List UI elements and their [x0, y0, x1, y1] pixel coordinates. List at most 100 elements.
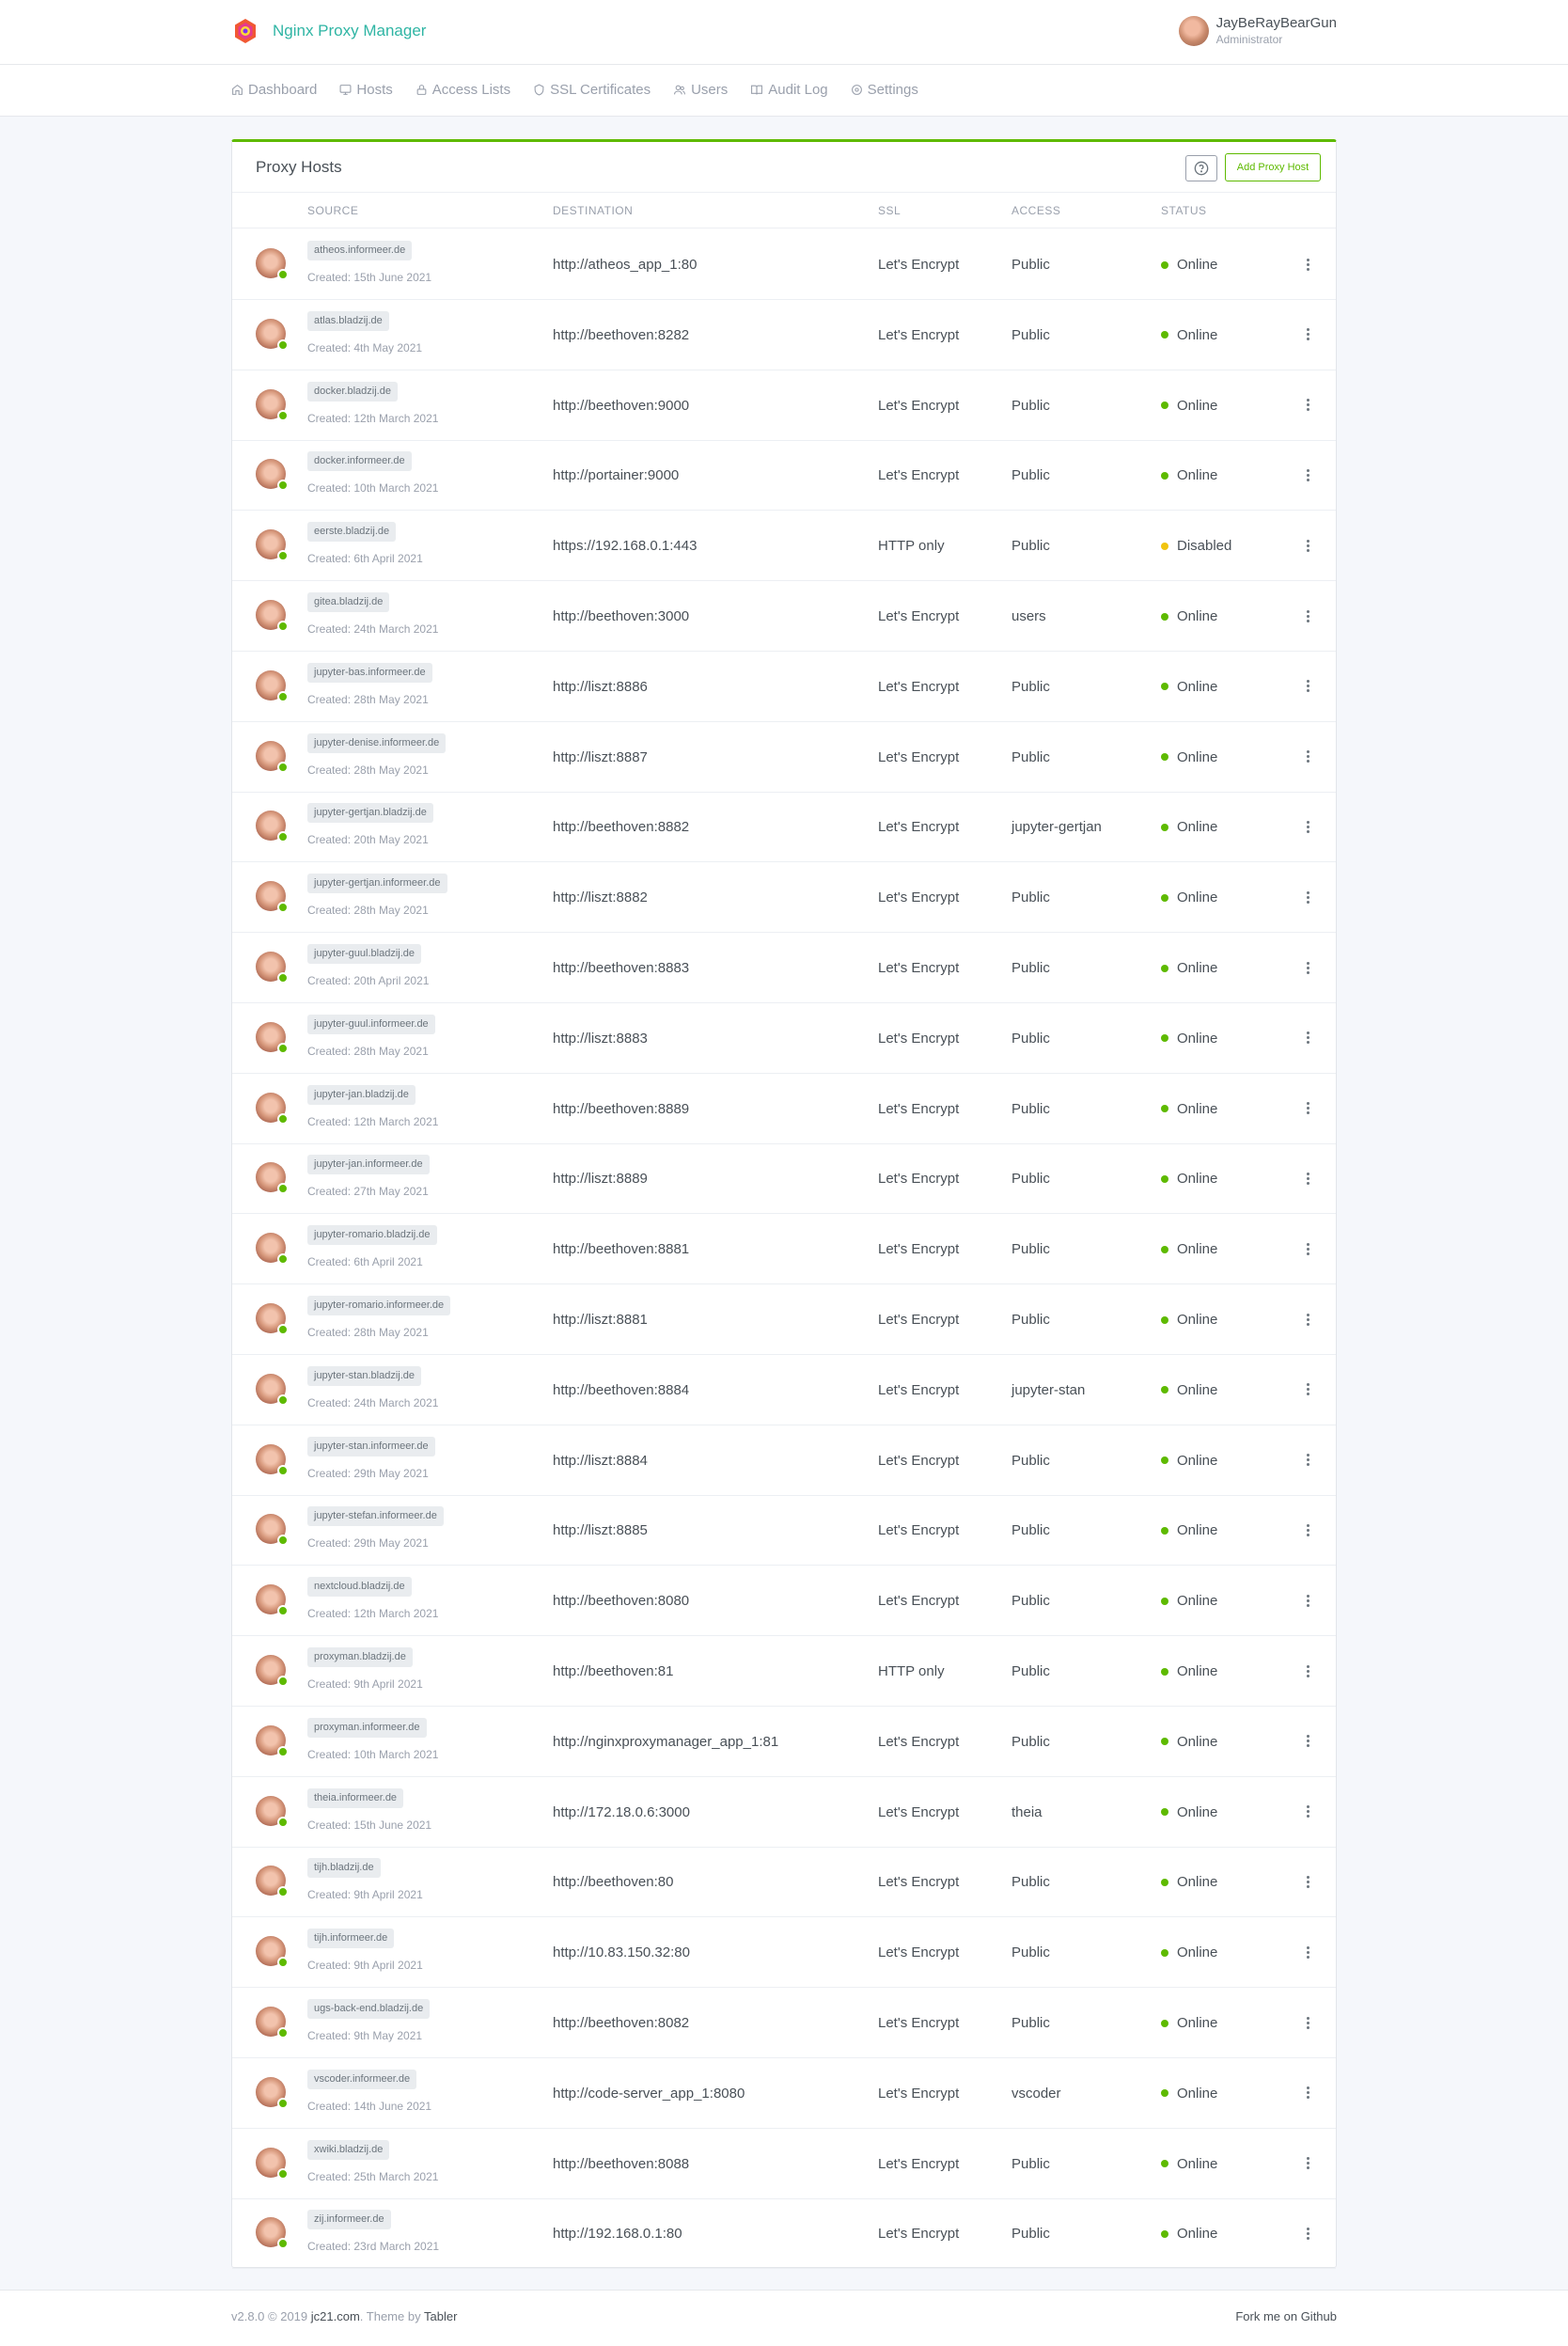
source-domain-tag[interactable]: jupyter-stan.bladzij.de — [307, 1365, 422, 1386]
row-actions-menu-icon[interactable] — [1304, 1308, 1311, 1330]
table-row[interactable]: nextcloud.bladzij.de Created: 12th March … — [232, 1566, 1336, 1637]
row-actions-menu-icon[interactable] — [1304, 605, 1311, 627]
nav-settings[interactable]: Settings — [851, 82, 918, 98]
user-menu[interactable]: JayBeRayBearGun Administrator — [1178, 15, 1337, 47]
table-row[interactable]: atlas.bladzij.de Created: 4th May 2021 htt… — [232, 300, 1336, 370]
table-row[interactable]: zij.informeer.de Created: 23rd March 2021… — [232, 2198, 1336, 2270]
table-row[interactable]: jupyter-gertjan.bladzij.de Created: 20th … — [232, 792, 1336, 863]
footer-company-link[interactable]: jc21.com — [311, 2309, 360, 2323]
source-domain-tag[interactable]: atheos.informeer.de — [307, 241, 413, 260]
source-domain-tag[interactable]: proxyman.informeer.de — [307, 1717, 427, 1738]
fork-github-link[interactable]: Fork me on Github — [1235, 2309, 1337, 2323]
row-actions-menu-icon[interactable] — [1304, 1730, 1311, 1753]
row-actions-menu-icon[interactable] — [1304, 956, 1311, 979]
source-domain-tag[interactable]: jupyter-stan.informeer.de — [307, 1436, 435, 1456]
row-actions-menu-icon[interactable] — [1304, 1801, 1311, 1823]
source-domain-tag[interactable]: zij.informeer.de — [307, 2210, 391, 2230]
row-actions-menu-icon[interactable] — [1304, 886, 1311, 908]
table-row[interactable]: jupyter-jan.informeer.de Created: 27th Ma… — [232, 1143, 1336, 1215]
source-domain-tag[interactable]: jupyter-guul.bladzij.de — [307, 944, 422, 964]
table-row[interactable]: jupyter-stefan.informeer.de Created: 29th… — [232, 1495, 1336, 1567]
source-domain-tag[interactable]: jupyter-romario.informeer.de — [307, 1296, 451, 1315]
source-domain-tag[interactable]: tijh.informeer.de — [307, 1929, 395, 1949]
source-domain-tag[interactable]: theia.informeer.de — [307, 1787, 404, 1808]
source-domain-tag[interactable]: ugs-back-end.bladzij.de — [307, 1999, 431, 2019]
table-row[interactable]: jupyter-stan.bladzij.de Created: 24th Mar… — [232, 1355, 1336, 1425]
source-domain-tag[interactable]: jupyter-denise.informeer.de — [307, 732, 447, 753]
table-row[interactable]: ugs-back-end.bladzij.de Created: 9th May … — [232, 1988, 1336, 2058]
nav-ssl-certificates[interactable]: SSL Certificates — [533, 82, 651, 98]
row-actions-menu-icon[interactable] — [1304, 1519, 1311, 1541]
source-domain-tag[interactable]: vscoder.informeer.de — [307, 2069, 417, 2089]
table-row[interactable]: vscoder.informeer.de Created: 14th June 2… — [232, 2058, 1336, 2129]
row-actions-menu-icon[interactable] — [1304, 1449, 1311, 1472]
row-actions-menu-icon[interactable] — [1304, 1660, 1311, 1682]
table-row[interactable]: proxyman.informeer.de Created: 10th March… — [232, 1707, 1336, 1777]
table-row[interactable]: docker.bladzij.de Created: 12th March 202… — [232, 370, 1336, 441]
source-domain-tag[interactable]: proxyman.bladzij.de — [307, 1647, 413, 1667]
table-row[interactable]: eerste.bladzij.de Created: 6th April 2021… — [232, 511, 1336, 582]
nav-hosts[interactable]: Hosts — [339, 82, 393, 98]
table-row[interactable]: atheos.informeer.de Created: 15th June 20… — [232, 229, 1336, 300]
table-row[interactable]: jupyter-stan.informeer.de Created: 29th M… — [232, 1425, 1336, 1496]
table-row[interactable]: docker.informeer.de Created: 10th March 2… — [232, 440, 1336, 512]
table-row[interactable]: xwiki.bladzij.de Created: 25th March 2021… — [232, 2129, 1336, 2199]
row-actions-menu-icon[interactable] — [1304, 1589, 1311, 1612]
table-row[interactable]: jupyter-guul.informeer.de Created: 28th M… — [232, 1003, 1336, 1074]
table-row[interactable]: jupyter-denise.informeer.de Created: 28th… — [232, 722, 1336, 793]
source-domain-tag[interactable]: jupyter-gertjan.informeer.de — [307, 874, 447, 894]
row-actions-menu-icon[interactable] — [1304, 2152, 1311, 2175]
table-row[interactable]: tijh.bladzij.de Created: 9th April 2021 ht… — [232, 1847, 1336, 1918]
row-actions-menu-icon[interactable] — [1304, 1378, 1311, 1401]
row-actions-menu-icon[interactable] — [1304, 253, 1311, 276]
row-actions-menu-icon[interactable] — [1304, 2011, 1311, 2034]
table-row[interactable]: jupyter-romario.bladzij.de Created: 6th A… — [232, 1214, 1336, 1285]
source-domain-tag[interactable]: atlas.bladzij.de — [307, 310, 389, 331]
row-actions-menu-icon[interactable] — [1304, 1167, 1311, 1189]
source-domain-tag[interactable]: eerste.bladzij.de — [307, 522, 397, 543]
source-domain-tag[interactable]: nextcloud.bladzij.de — [307, 1577, 412, 1598]
row-actions-menu-icon[interactable] — [1304, 815, 1311, 838]
nav-dashboard[interactable]: Dashboard — [231, 82, 317, 98]
row-actions-menu-icon[interactable] — [1304, 2222, 1311, 2244]
source-domain-tag[interactable]: jupyter-gertjan.bladzij.de — [307, 803, 433, 824]
source-domain-tag[interactable]: jupyter-jan.bladzij.de — [307, 1084, 416, 1105]
row-actions-menu-icon[interactable] — [1304, 1027, 1311, 1049]
footer-theme-link[interactable]: Tabler — [424, 2309, 457, 2323]
nav-access-lists[interactable]: Access Lists — [416, 82, 510, 98]
table-row[interactable]: tijh.informeer.de Created: 9th April 2021… — [232, 1917, 1336, 1989]
nav-audit-log[interactable]: Audit Log — [750, 82, 828, 98]
row-actions-menu-icon[interactable] — [1304, 1237, 1311, 1260]
source-domain-tag[interactable]: docker.informeer.de — [307, 451, 412, 472]
help-button[interactable] — [1185, 155, 1217, 181]
source-domain-tag[interactable]: docker.bladzij.de — [307, 381, 398, 401]
table-row[interactable]: proxyman.bladzij.de Created: 9th April 20… — [232, 1636, 1336, 1707]
source-domain-tag[interactable]: gitea.bladzij.de — [307, 592, 390, 612]
table-row[interactable]: jupyter-romario.informeer.de Created: 28t… — [232, 1284, 1336, 1355]
source-domain-tag[interactable]: tijh.bladzij.de — [307, 1858, 381, 1879]
source-domain-tag[interactable]: jupyter-guul.informeer.de — [307, 1014, 435, 1034]
row-actions-menu-icon[interactable] — [1304, 323, 1311, 346]
row-actions-menu-icon[interactable] — [1304, 675, 1311, 698]
brand[interactable]: Nginx Proxy Manager — [231, 17, 426, 45]
table-row[interactable]: jupyter-bas.informeer.de Created: 28th Ma… — [232, 652, 1336, 722]
table-row[interactable]: jupyter-guul.bladzij.de Created: 20th Apr… — [232, 933, 1336, 1003]
row-actions-menu-icon[interactable] — [1304, 534, 1311, 557]
row-actions-menu-icon[interactable] — [1304, 464, 1311, 486]
source-domain-tag[interactable]: jupyter-jan.informeer.de — [307, 1155, 430, 1175]
source-domain-tag[interactable]: jupyter-stefan.informeer.de — [307, 1506, 444, 1527]
row-actions-menu-icon[interactable] — [1304, 394, 1311, 417]
source-domain-tag[interactable]: jupyter-bas.informeer.de — [307, 662, 432, 683]
row-actions-menu-icon[interactable] — [1304, 1941, 1311, 1963]
row-actions-menu-icon[interactable] — [1304, 746, 1311, 768]
source-domain-tag[interactable]: jupyter-romario.bladzij.de — [307, 1225, 437, 1246]
table-row[interactable]: theia.informeer.de Created: 15th June 202… — [232, 1777, 1336, 1848]
table-row[interactable]: gitea.bladzij.de Created: 24th March 2021… — [232, 581, 1336, 652]
row-actions-menu-icon[interactable] — [1304, 1097, 1311, 1120]
source-domain-tag[interactable]: xwiki.bladzij.de — [307, 2139, 390, 2160]
table-row[interactable]: jupyter-jan.bladzij.de Created: 12th Marc… — [232, 1074, 1336, 1144]
add-proxy-host-button[interactable]: Add Proxy Host — [1225, 153, 1321, 181]
nav-users[interactable]: Users — [673, 82, 728, 98]
row-actions-menu-icon[interactable] — [1304, 2082, 1311, 2104]
row-actions-menu-icon[interactable] — [1304, 1870, 1311, 1893]
